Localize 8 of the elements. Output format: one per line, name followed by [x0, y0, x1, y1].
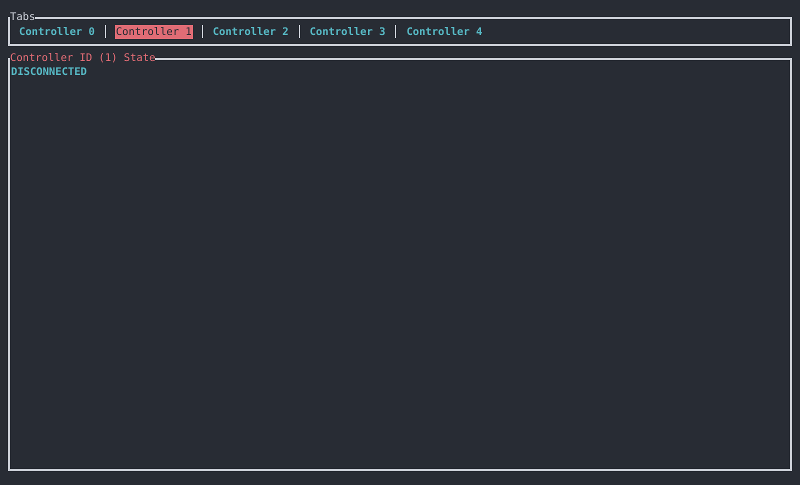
tab[interactable]: Controller 4	[405, 24, 484, 38]
tab[interactable]: Controller 2	[212, 24, 290, 38]
state-text: DISCONNECTED	[11, 66, 87, 78]
tab[interactable]: Controller 3	[308, 24, 386, 38]
panel-title: Tabs	[10, 11, 36, 23]
tab[interactable]: Controller 1	[114, 24, 193, 38]
panel-title: Controller ID (1) State	[10, 52, 156, 64]
tab[interactable]: Controller 0	[18, 24, 96, 38]
